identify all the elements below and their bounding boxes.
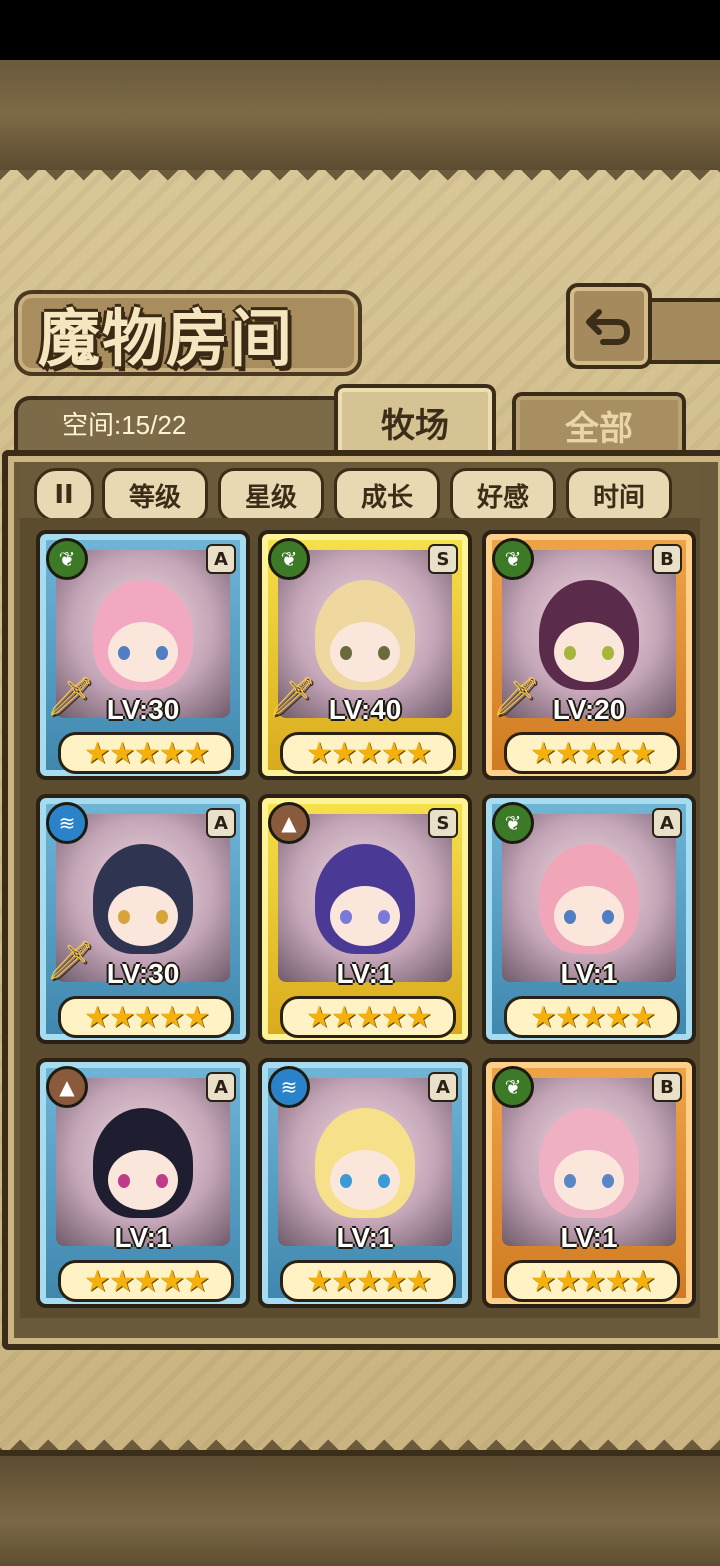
monster-card[interactable]: ▲ S LV:1 ★★★★★ — [258, 794, 472, 1044]
monster-card[interactable]: ❦ B LV:1 ★★★★★ — [482, 1058, 696, 1308]
monster-eye — [378, 1174, 390, 1188]
monster-eye — [564, 1174, 576, 1188]
tab-all[interactable]: 全部 — [512, 392, 686, 454]
space-counter: 空间:15/22 — [62, 410, 187, 440]
return-arrow-icon — [586, 309, 631, 345]
monster-card[interactable]: ▲ A LV:1 ★★★★★ — [36, 1058, 250, 1308]
earth-element-icon: ▲ — [268, 802, 310, 844]
leaf-element-icon: ❦ — [492, 538, 534, 580]
star-rating: ★★★★★ — [280, 1260, 456, 1302]
star-rating: ★★★★★ — [280, 732, 456, 774]
monster-portrait — [56, 1078, 230, 1246]
monster-eye — [340, 1174, 352, 1188]
leaf-element-icon: ❦ — [492, 1066, 534, 1108]
filter-affection-button[interactable]: 好感 — [450, 468, 556, 522]
water-element-icon: ≋ — [268, 1066, 310, 1108]
earth-element-icon: ▲ — [46, 1066, 88, 1108]
monster-level: LV:40 — [328, 694, 402, 725]
monster-eye — [602, 1174, 614, 1188]
rank-badge: B — [652, 1072, 682, 1102]
star-rating: ★★★★★ — [504, 732, 680, 774]
star-rating: ★★★★★ — [504, 996, 680, 1038]
monster-card[interactable]: ❦B🗡LV:20★★★★★ — [482, 530, 696, 780]
monster-eye — [156, 1174, 168, 1188]
monster-eye — [118, 646, 130, 660]
rank-badge: S — [428, 808, 458, 838]
rank-badge: S — [428, 544, 458, 574]
star-rating: ★★★★★ — [504, 1260, 680, 1302]
monster-level: LV:20 — [552, 694, 626, 725]
monster-level: LV:30 — [106, 958, 180, 989]
monster-eye — [340, 646, 352, 660]
monster-level: LV:1 — [114, 1222, 172, 1253]
tab-ranch[interactable]: 牧场 — [334, 384, 496, 456]
filter-time-button[interactable]: 时间 — [566, 468, 672, 522]
monster-eye — [602, 910, 614, 924]
board-edge-bottom — [0, 1436, 720, 1450]
monster-portrait — [502, 1078, 676, 1246]
rank-badge: A — [206, 1072, 236, 1102]
leaf-element-icon: ❦ — [46, 538, 88, 580]
page-title: 魔物房间 — [38, 302, 295, 375]
monster-eye — [340, 910, 352, 924]
rank-badge: A — [428, 1072, 458, 1102]
star-rating: ★★★★★ — [280, 996, 456, 1038]
leaf-element-icon: ❦ — [268, 538, 310, 580]
monster-level: LV:1 — [560, 1222, 618, 1253]
board-edge-top — [0, 170, 720, 184]
map-background-top — [0, 60, 720, 176]
star-rating: ★★★★★ — [58, 996, 234, 1038]
monster-level: LV:1 — [560, 958, 618, 989]
monster-eye — [602, 646, 614, 660]
monster-card[interactable]: ≋ A LV:1 ★★★★★ — [258, 1058, 472, 1308]
rank-badge: A — [206, 544, 236, 574]
monster-eye — [156, 646, 168, 660]
filter-stars-button[interactable]: 星级 — [218, 468, 324, 522]
filter-level-button[interactable]: 等级 — [102, 468, 208, 522]
filter-growth-button[interactable]: 成长 — [334, 468, 440, 522]
star-rating: ★★★★★ — [58, 732, 234, 774]
star-rating: ★★★★★ — [58, 1260, 234, 1302]
rank-badge: A — [652, 808, 682, 838]
monster-card[interactable]: ❦A🗡LV:30★★★★★ — [36, 530, 250, 780]
sort-icon: II — [54, 480, 74, 510]
leaf-element-icon: ❦ — [492, 802, 534, 844]
monster-portrait — [502, 814, 676, 982]
monster-eye — [378, 910, 390, 924]
monster-card[interactable]: ≋A🗡LV:30★★★★★ — [36, 794, 250, 1044]
monster-eye — [118, 910, 130, 924]
monster-eye — [156, 910, 168, 924]
monster-level: LV:1 — [336, 1222, 394, 1253]
monster-eye — [378, 646, 390, 660]
rank-badge: B — [652, 544, 682, 574]
water-element-icon: ≋ — [46, 802, 88, 844]
back-button-rail — [640, 298, 720, 364]
sort-order-button[interactable]: II — [34, 468, 94, 522]
monster-card[interactable]: ❦S🗡LV:40★★★★★ — [258, 530, 472, 780]
monster-level: LV:1 — [336, 958, 394, 989]
monster-card[interactable]: ❦ A LV:1 ★★★★★ — [482, 794, 696, 1044]
monster-eye — [564, 646, 576, 660]
status-bar — [0, 0, 720, 60]
rank-badge: A — [206, 808, 236, 838]
map-background-bottom — [0, 1450, 720, 1566]
back-button[interactable] — [566, 283, 652, 369]
monster-portrait — [278, 814, 452, 982]
monster-level: LV:30 — [106, 694, 180, 725]
monster-portrait — [278, 1078, 452, 1246]
monster-eye — [118, 1174, 130, 1188]
monster-eye — [564, 910, 576, 924]
